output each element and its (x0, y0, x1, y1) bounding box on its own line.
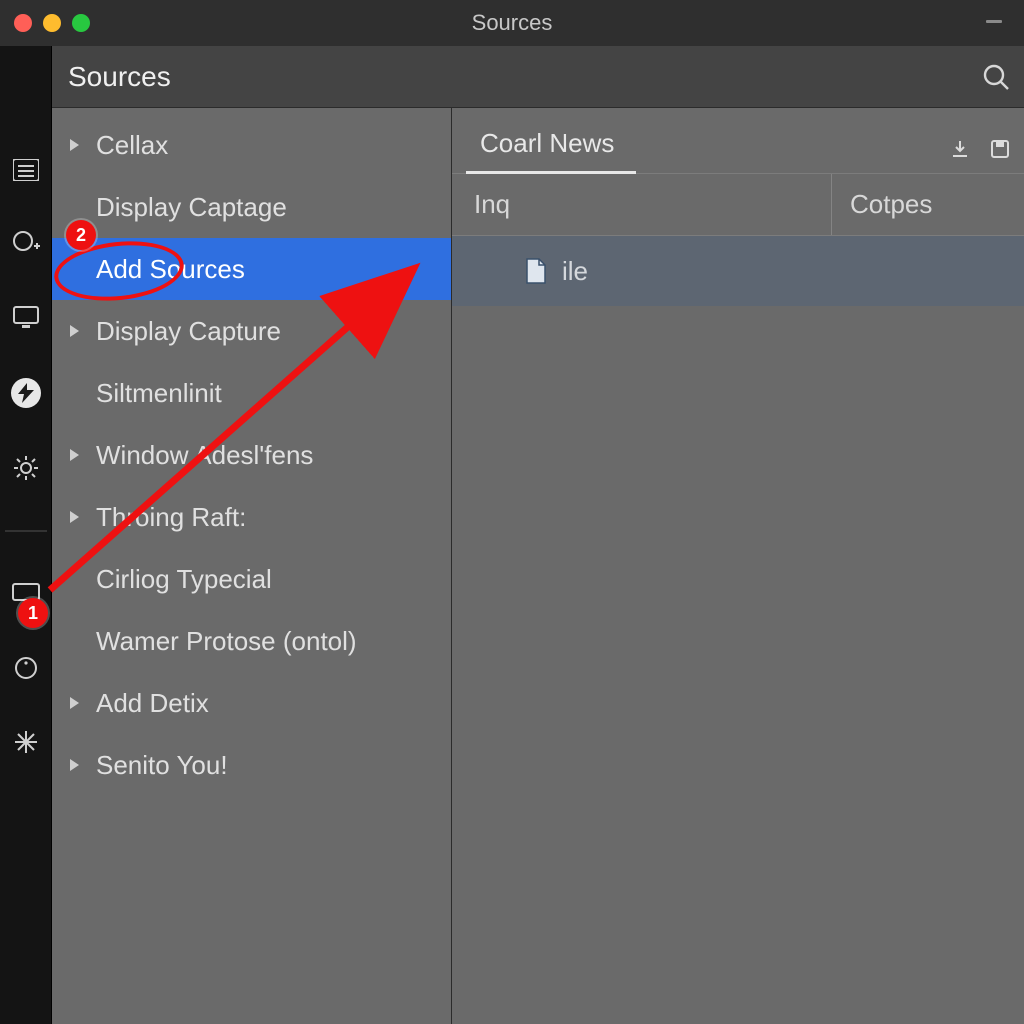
tree-item[interactable]: Siltmenlinit (52, 362, 451, 424)
tree-item[interactable]: Display Capture (52, 300, 451, 362)
tree-item[interactable]: Senito You! (52, 734, 451, 796)
tree-item[interactable]: Cirliog Typecial (52, 548, 451, 610)
sparkle-icon[interactable] (12, 728, 40, 756)
tree-item-label: Wamer Protose (ontol) (96, 626, 357, 657)
tab-label: Coarl News (480, 128, 614, 158)
tree-item[interactable]: Throing Raft: (52, 486, 451, 548)
save-icon[interactable] (990, 139, 1010, 159)
window-titlebar: Sources (0, 0, 1024, 46)
tree-item[interactable]: Cellax (52, 114, 451, 176)
detail-panel: Coarl News Inq Cotpes ile (452, 108, 1024, 1024)
column-headers: Inq Cotpes (452, 174, 1024, 236)
gear-icon[interactable] (12, 454, 40, 482)
column-header-cotpes[interactable]: Cotpes (832, 189, 932, 220)
circle-icon[interactable] (12, 654, 40, 682)
annotation-badge-1: 1 (18, 598, 48, 628)
file-icon (524, 257, 548, 285)
annotation-badge-2: 2 (66, 220, 96, 250)
tree-item-label: Senito You! (96, 750, 228, 781)
tree-item[interactable]: Window Adesl'fens (52, 424, 451, 486)
minimize-icon[interactable] (986, 20, 1002, 23)
monitor-icon[interactable] (12, 304, 40, 332)
tree-item-label: Window Adesl'fens (96, 440, 313, 471)
tree-item-label: Throing Raft: (96, 502, 246, 533)
tab-coarl-news[interactable]: Coarl News (458, 128, 636, 173)
tree-item-label: Siltmenlinit (96, 378, 222, 409)
rail-separator (5, 530, 47, 532)
bolt-icon[interactable] (11, 378, 41, 408)
tree-item-label: Cirliog Typecial (96, 564, 272, 595)
tab-bar: Coarl News (452, 108, 1024, 174)
tree-item-label: Cellax (96, 130, 168, 161)
tree-item-label: Display Capture (96, 316, 281, 347)
tree-item-label: Add Detix (96, 688, 209, 719)
search-icon[interactable] (982, 63, 1010, 91)
panel-title: Sources (68, 61, 171, 93)
tree-item[interactable]: Display Captage (52, 176, 451, 238)
window-title: Sources (0, 10, 1024, 36)
download-icon[interactable] (950, 139, 970, 159)
sources-tree: Cellax Display Captage Add Sources Displ… (52, 108, 452, 1024)
table-row[interactable]: ile (452, 236, 1024, 306)
tree-item-label: Add Sources (96, 254, 245, 285)
row-label: ile (562, 256, 588, 287)
tree-item[interactable]: Wamer Protose (ontol) (52, 610, 451, 672)
column-header-inq[interactable]: Inq (452, 174, 832, 235)
add-icon[interactable] (12, 230, 40, 258)
panel-header: Sources (52, 46, 1024, 108)
list-icon[interactable] (12, 156, 40, 184)
tree-item[interactable]: Add Detix (52, 672, 451, 734)
tool-rail (0, 46, 52, 1024)
tree-item-label: Display Captage (96, 192, 287, 223)
tree-item-add-sources[interactable]: Add Sources (52, 238, 451, 300)
